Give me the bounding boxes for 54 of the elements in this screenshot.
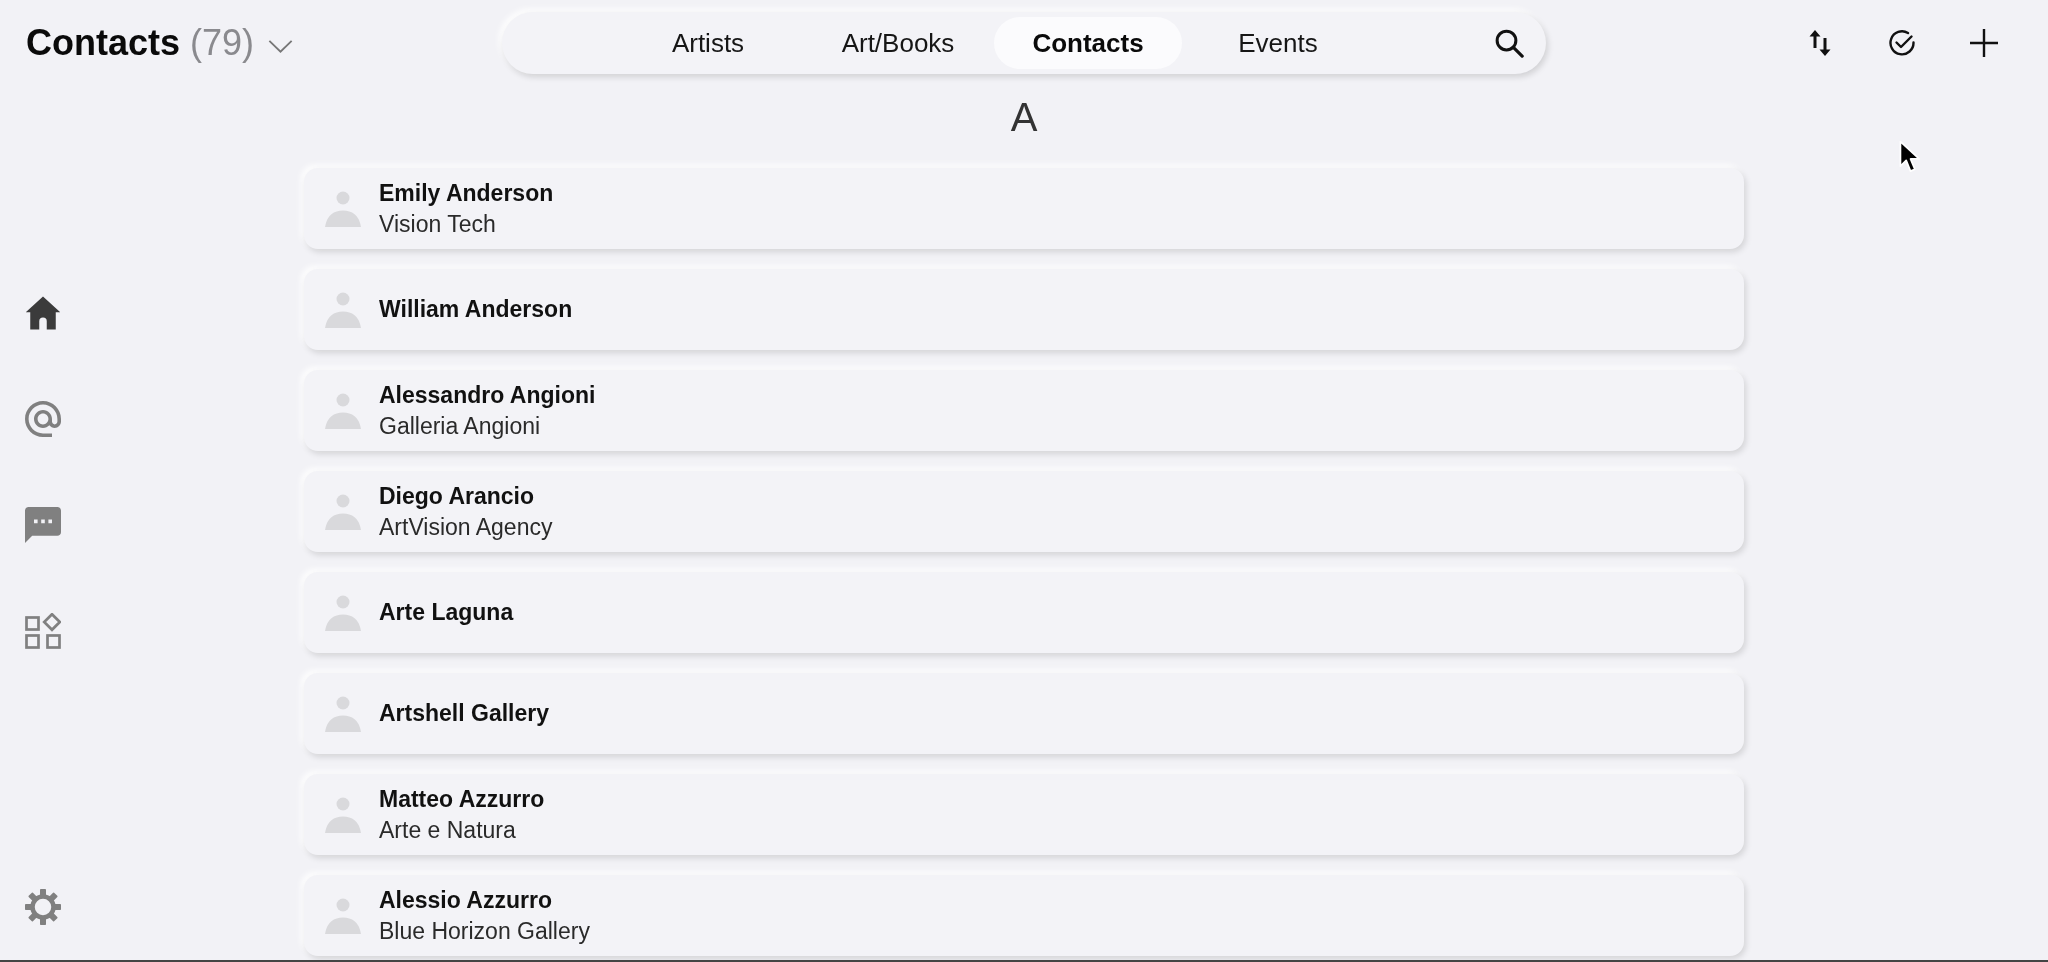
circle-check-icon: [1888, 29, 1916, 57]
contact-card[interactable]: Artshell Gallery: [304, 673, 1744, 754]
shapes-grid-icon: [25, 613, 61, 649]
mouse-cursor-icon: [1899, 140, 1922, 175]
settings-icon: [25, 889, 61, 925]
add-button[interactable]: [1969, 28, 1999, 58]
contact-count: (79): [190, 22, 255, 64]
tab[interactable]: Artists: [614, 17, 802, 69]
home-icon: [25, 295, 61, 331]
contact-name: William Anderson: [379, 295, 573, 324]
mentions-button[interactable]: [24, 400, 62, 438]
contact-name: Artshell Gallery: [379, 699, 550, 728]
tab[interactable]: Art/Books: [804, 17, 992, 69]
select-button[interactable]: [1887, 28, 1917, 58]
person-icon: [325, 493, 361, 530]
contact-name: Matteo Azzurro: [379, 784, 545, 814]
person-icon: [325, 695, 361, 732]
chevron-down-icon[interactable]: [268, 39, 294, 53]
person-icon: [325, 594, 361, 631]
person-icon: [325, 897, 361, 934]
contact-card[interactable]: William Anderson: [304, 269, 1744, 350]
contact-card[interactable]: Arte Laguna: [304, 572, 1744, 653]
contact-card[interactable]: Emily Anderson Vision Tech: [304, 168, 1744, 249]
person-icon: [325, 291, 361, 328]
company-name: Arte e Natura: [379, 815, 517, 845]
search-button[interactable]: [1493, 27, 1525, 59]
company-name: Blue Horizon Gallery: [379, 916, 590, 946]
tab[interactable]: Events: [1184, 17, 1372, 69]
contact-name: Arte Laguna: [379, 598, 514, 627]
contact-name: Emily Anderson: [379, 178, 554, 208]
messages-button[interactable]: [24, 506, 62, 544]
page-title: Contacts: [26, 22, 181, 64]
person-icon: [325, 190, 361, 227]
settings-button[interactable]: [24, 888, 62, 926]
apps-button[interactable]: [24, 612, 62, 650]
contact-name: Alessio Azzurro: [379, 885, 553, 915]
plus-icon: [1970, 29, 1998, 57]
contact-card[interactable]: Alessandro Angioni Galleria Angioni: [304, 370, 1744, 451]
contact-name: Alessandro Angioni: [379, 380, 596, 410]
home-button[interactable]: [24, 294, 62, 332]
company-name: Vision Tech: [379, 209, 497, 239]
contact-card[interactable]: Alessio Azzurro Blue Horizon Gallery: [304, 875, 1744, 956]
chat-bubble-icon: [25, 507, 61, 543]
person-icon: [325, 392, 361, 429]
at-sign-icon: [25, 401, 61, 437]
person-icon: [325, 796, 361, 833]
company-name: Galleria Angioni: [379, 411, 542, 441]
contact-card[interactable]: Matteo Azzurro Arte e Natura: [304, 774, 1744, 855]
contact-card[interactable]: Diego Arancio ArtVision Agency: [304, 471, 1744, 552]
search-icon: [1494, 28, 1524, 58]
tab[interactable]: Contacts: [994, 17, 1182, 69]
section-letter: A: [1009, 94, 1039, 141]
company-name: ArtVision Agency: [379, 512, 553, 542]
contact-name: Diego Arancio: [379, 481, 536, 511]
